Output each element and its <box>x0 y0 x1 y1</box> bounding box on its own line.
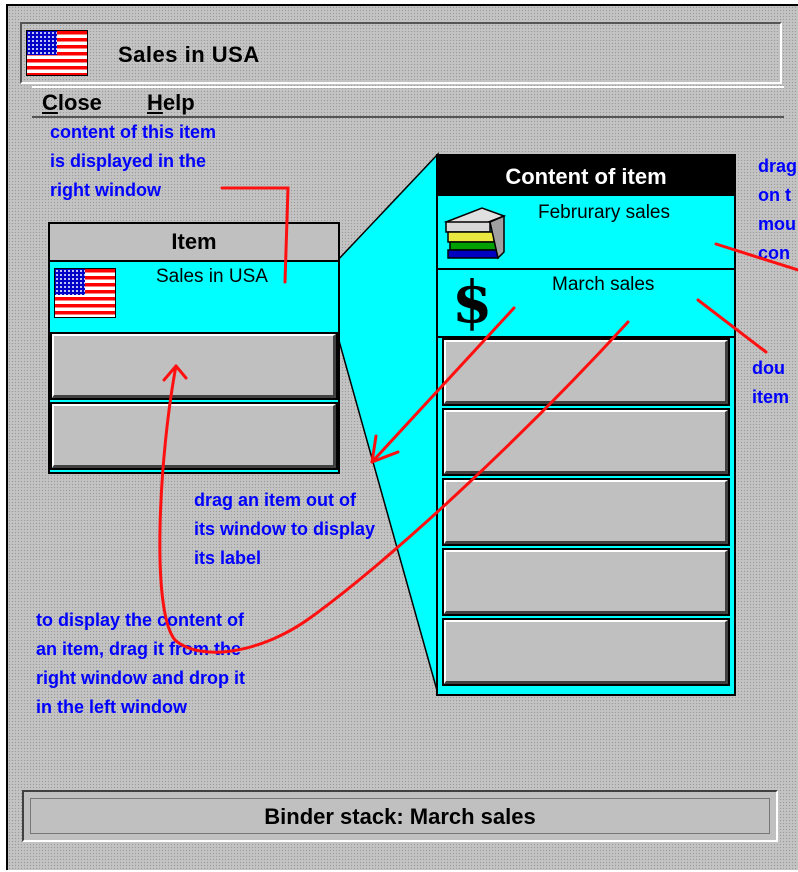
annotation-drag-out-note: drag an item out of its window to displa… <box>194 490 376 568</box>
us-flag-icon <box>26 30 88 76</box>
empty-slot[interactable] <box>442 618 730 686</box>
status-text: Binder stack: March sales <box>30 798 770 834</box>
item-panel: Item Sales in USA <box>48 222 340 474</box>
content-row-february[interactable]: Februrary sales <box>438 196 734 270</box>
dollar-icon: $ <box>452 268 493 336</box>
item-row-sales-usa[interactable]: Sales in USA <box>50 262 338 330</box>
annotation-display-content-note: to display the content of an item, drag … <box>36 610 245 717</box>
item-label: Sales in USA <box>156 266 268 287</box>
empty-slot[interactable] <box>442 478 730 546</box>
annotation-right-note-bottom: dou item <box>752 358 790 407</box>
content-panel-header: Content of item <box>438 156 734 196</box>
annotation-content-note: content of this item is displayed in the… <box>50 122 216 200</box>
status-bar: Binder stack: March sales <box>22 790 778 842</box>
us-flag-icon <box>54 268 116 318</box>
empty-slot[interactable] <box>50 332 338 400</box>
item-label: March sales <box>552 274 655 295</box>
menu-close[interactable]: Close <box>42 90 102 116</box>
item-panel-header: Item <box>50 224 338 262</box>
content-panel: Content of item Februrary sales $ March … <box>436 154 736 696</box>
menu-bar: Close Help <box>32 86 784 118</box>
menu-help[interactable]: Help <box>147 90 195 116</box>
empty-slot[interactable] <box>442 548 730 616</box>
empty-slot[interactable] <box>442 338 730 406</box>
window-title: Sales in USA <box>118 42 260 67</box>
annotation-right-note-top: drag on t mou con <box>758 156 798 263</box>
empty-slot[interactable] <box>442 408 730 476</box>
books-icon <box>443 207 506 260</box>
empty-slot[interactable] <box>50 402 338 470</box>
title-bar: Sales in USA <box>20 22 782 84</box>
content-row-march[interactable]: $ March sales <box>438 270 734 338</box>
item-label: Februrary sales <box>538 202 670 223</box>
